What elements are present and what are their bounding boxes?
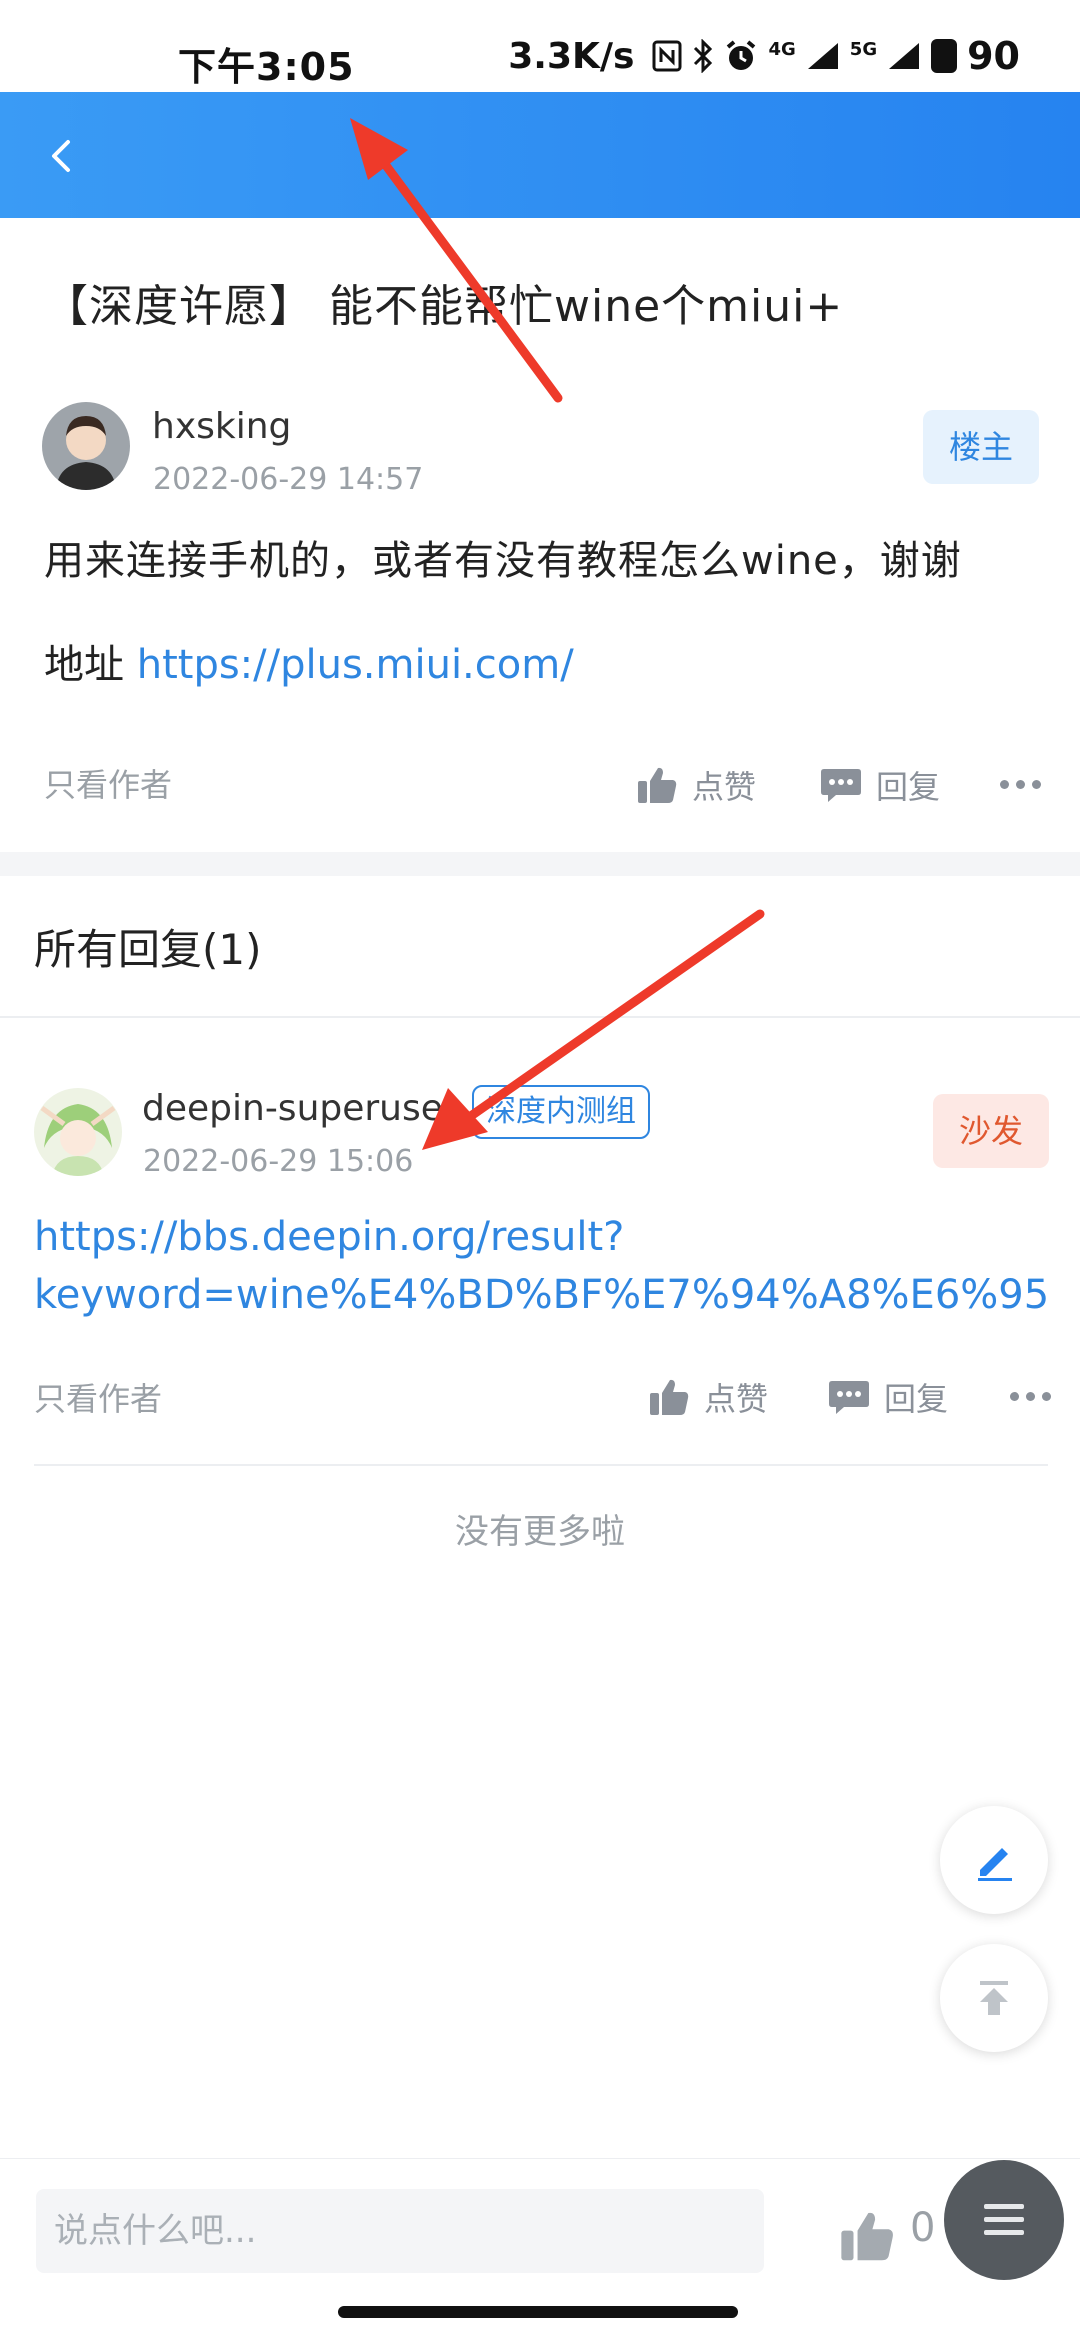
edit-pen-icon [978, 1848, 1012, 1881]
signal-icon [889, 43, 920, 69]
post-time: 2022-06-29 14:57 [153, 462, 424, 497]
group-tag: 深度内测组 [472, 1085, 650, 1139]
reply-label: 回复 [876, 768, 941, 806]
reply-button[interactable]: 回复 [828, 1374, 948, 1420]
menu-button[interactable] [944, 2160, 1064, 2280]
alarm-icon [727, 40, 756, 70]
divider [0, 1016, 1080, 1018]
address-label: 地址 [44, 642, 137, 688]
like-count: 0 [910, 2205, 936, 2251]
post-title: 【深度许愿】 能不能帮忙wine个miui+ [44, 281, 844, 332]
replies-title: 所有回复(1) [34, 925, 262, 974]
reply-author-avatar[interactable] [34, 1088, 122, 1176]
post-body: 用来连接手机的，或者有没有教程怎么wine，谢谢 [44, 538, 962, 584]
post-author-name[interactable]: hxsking [152, 406, 291, 447]
thumb-up-icon [650, 1379, 689, 1415]
status-bar: 下午3:05 3.3K/s 4G 5G 90 [0, 0, 1080, 92]
only-author-button[interactable]: 只看作者 [44, 760, 172, 806]
reply-link-line2[interactable]: keyword=wine%E4%BD%BF%E7%94%A8%E6%95 [34, 1272, 1049, 1318]
net-5g-group: 5G [850, 39, 877, 74]
like-button[interactable]: 点赞 [648, 1374, 768, 1420]
app-header [0, 92, 1080, 218]
bluetooth-icon [694, 39, 713, 73]
battery-icon [931, 39, 958, 73]
signal-icon [807, 43, 838, 69]
back-to-top-button[interactable] [940, 1944, 1048, 2052]
net-4g-group: 4G [768, 39, 795, 74]
comment-icon [829, 1381, 869, 1414]
reply-author-name[interactable]: deepin-superuser [142, 1088, 458, 1129]
back-to-top-icon [980, 1981, 1008, 2015]
thumb-up-icon [638, 767, 677, 803]
reply-link-line1[interactable]: https://bbs.deepin.org/result? [34, 1214, 624, 1260]
thumb-up-icon[interactable] [838, 2209, 896, 2263]
reply-button[interactable]: 回复 [820, 762, 940, 808]
comment-icon [821, 769, 861, 802]
back-arrow-icon[interactable] [40, 134, 84, 178]
divider [34, 1464, 1048, 1466]
no-more-text: 没有更多啦 [455, 1512, 625, 1552]
only-author-button[interactable]: 只看作者 [34, 1374, 162, 1420]
home-indicator [338, 2306, 738, 2318]
address-link[interactable]: https://plus.miui.com/ [137, 642, 574, 688]
like-label: 点赞 [692, 768, 757, 806]
host-badge: 楼主 [923, 410, 1039, 484]
comment-input[interactable] [36, 2189, 764, 2273]
sofa-badge: 沙发 [933, 1094, 1049, 1168]
net-5g-label: 5G [849, 38, 878, 60]
reply-time: 2022-06-29 15:06 [143, 1144, 414, 1179]
author-avatar[interactable] [42, 402, 130, 490]
net-speed: 3.3K/s [508, 35, 635, 77]
net-4g-label: 4G [768, 38, 796, 60]
more-dots-icon[interactable] [1000, 780, 1041, 789]
address-row: 地址 https://plus.miui.com/ [44, 632, 574, 690]
nfc-icon [652, 40, 682, 72]
like-label: 点赞 [704, 1380, 769, 1418]
more-dots-icon[interactable] [1010, 1392, 1051, 1401]
edit-button[interactable] [940, 1806, 1048, 1914]
like-button[interactable]: 点赞 [636, 762, 756, 808]
section-divider [0, 852, 1080, 876]
battery-level: 90 [967, 34, 1020, 78]
reply-label: 回复 [884, 1380, 949, 1418]
status-time: 下午3:05 [178, 45, 355, 89]
status-icons: 3.3K/s 4G 5G 90 [508, 34, 1020, 78]
menu-icon [984, 2204, 1024, 2235]
